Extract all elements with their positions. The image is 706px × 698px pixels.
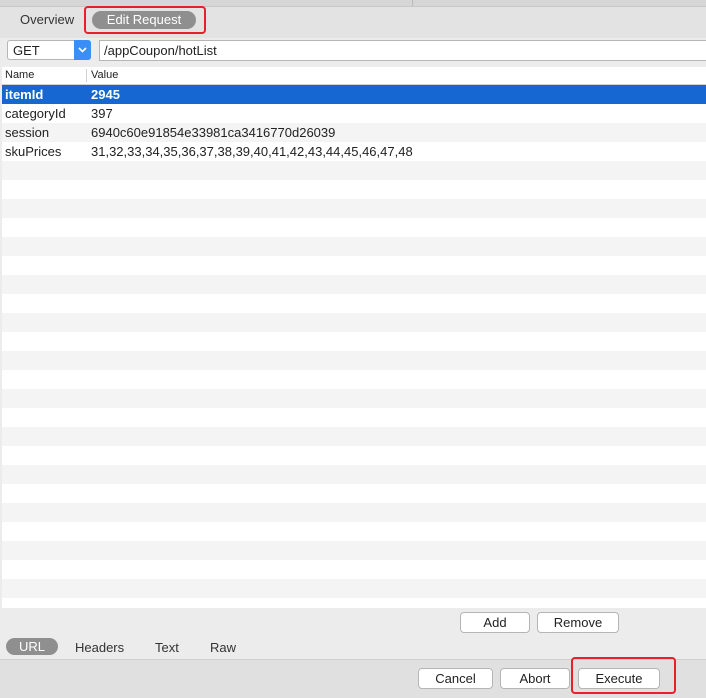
empty-row bbox=[2, 313, 706, 332]
empty-row bbox=[2, 332, 706, 351]
empty-row bbox=[2, 199, 706, 218]
tab-raw[interactable]: Raw bbox=[210, 640, 236, 655]
strip-divider bbox=[412, 0, 413, 6]
abort-button[interactable]: Abort bbox=[500, 668, 570, 689]
table-row[interactable]: itemId 2945 bbox=[2, 85, 706, 104]
remove-button[interactable]: Remove bbox=[537, 612, 619, 633]
footer-bar: Cancel Abort Execute bbox=[0, 657, 706, 698]
empty-row bbox=[2, 598, 706, 608]
empty-row bbox=[2, 256, 706, 275]
empty-row bbox=[2, 427, 706, 446]
column-header-name[interactable]: Name bbox=[5, 69, 34, 81]
empty-row bbox=[2, 351, 706, 370]
tab-url[interactable]: URL bbox=[6, 638, 58, 655]
method-value: GET bbox=[13, 43, 40, 58]
add-button[interactable]: Add bbox=[460, 612, 530, 633]
row-name: categoryId bbox=[5, 106, 66, 121]
empty-row bbox=[2, 579, 706, 598]
tab-text[interactable]: Text bbox=[155, 640, 179, 655]
top-tab-bar: Overview Edit Request bbox=[0, 0, 706, 38]
table-rows: itemId 2945 categoryId 397 session 6940c… bbox=[2, 85, 706, 608]
request-line: GET bbox=[0, 38, 706, 66]
empty-row bbox=[2, 275, 706, 294]
cancel-button[interactable]: Cancel bbox=[418, 668, 493, 689]
empty-row bbox=[2, 180, 706, 199]
table-row[interactable]: skuPrices 31,32,33,34,35,36,37,38,39,40,… bbox=[2, 142, 706, 161]
params-table: Name Value itemId 2945 categoryId 397 se… bbox=[2, 67, 706, 608]
tab-edit-request[interactable]: Edit Request bbox=[92, 11, 196, 29]
row-value: 6940c60e91854e33981ca3416770d26039 bbox=[91, 125, 336, 140]
body-tab-bar: URL Headers Text Raw bbox=[0, 636, 706, 658]
empty-row bbox=[2, 446, 706, 465]
row-value: 397 bbox=[91, 106, 113, 121]
table-header: Name Value bbox=[2, 67, 706, 85]
row-name: itemId bbox=[5, 87, 44, 102]
empty-row bbox=[2, 294, 706, 313]
row-value: 31,32,33,34,35,36,37,38,39,40,41,42,43,4… bbox=[91, 144, 413, 159]
row-name: session bbox=[5, 125, 50, 140]
tab-headers[interactable]: Headers bbox=[75, 640, 124, 655]
empty-row bbox=[2, 560, 706, 579]
path-input[interactable] bbox=[99, 40, 706, 61]
empty-row bbox=[2, 370, 706, 389]
table-row[interactable]: session 6940c60e91854e33981ca3416770d260… bbox=[2, 123, 706, 142]
empty-row bbox=[2, 389, 706, 408]
empty-row bbox=[2, 161, 706, 180]
column-header-value[interactable]: Value bbox=[91, 69, 118, 81]
empty-row bbox=[2, 237, 706, 256]
empty-row bbox=[2, 218, 706, 237]
empty-row bbox=[2, 503, 706, 522]
row-name: skuPrices bbox=[5, 144, 62, 159]
column-separator bbox=[86, 69, 87, 82]
table-row[interactable]: categoryId 397 bbox=[2, 104, 706, 123]
empty-row bbox=[2, 522, 706, 541]
empty-row bbox=[2, 465, 706, 484]
row-value: 2945 bbox=[91, 87, 120, 102]
method-select[interactable]: GET bbox=[7, 40, 91, 60]
empty-row bbox=[2, 541, 706, 560]
empty-row bbox=[2, 408, 706, 427]
empty-row bbox=[2, 484, 706, 503]
tab-overview[interactable]: Overview bbox=[20, 12, 74, 27]
execute-button[interactable]: Execute bbox=[578, 668, 660, 689]
window-strip bbox=[0, 0, 706, 7]
chevron-down-icon[interactable] bbox=[74, 40, 91, 60]
